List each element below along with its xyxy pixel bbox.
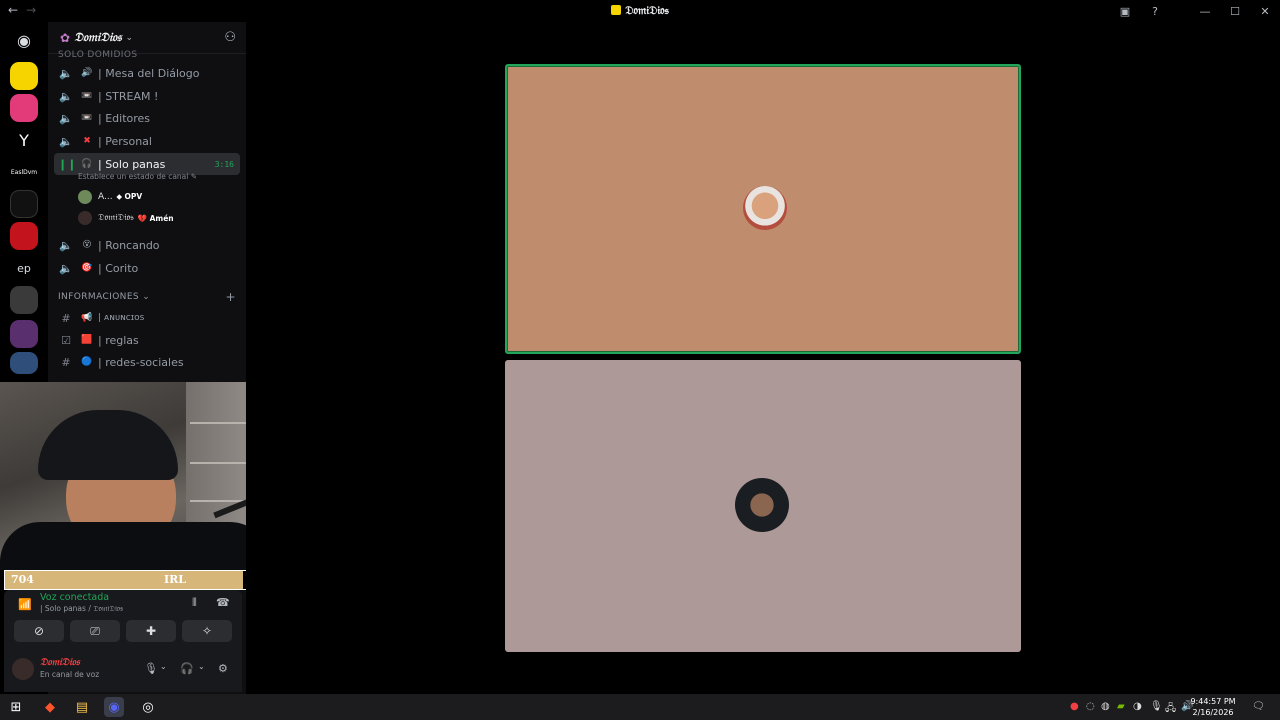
voice-connection-panel: 📶 Voz conectada | Solo panas / 𝔇𝔬𝔪𝔦𝔇𝔦𝔬𝔰 … — [4, 590, 242, 692]
avatar — [78, 211, 92, 225]
user-area: 𝔇𝔬𝔪𝔦𝔇𝔦𝔬𝔰 En canal de voz 🎙 ⌄ 🎧 ⌄ ⚙ — [12, 656, 236, 684]
voice-active-icon: ❙❙ — [58, 157, 77, 171]
voice-channel-personal[interactable]: 🔈 ✖ | Personal — [54, 130, 240, 152]
channel-status-prompt[interactable]: Establece un estado de canal ✎ — [78, 172, 197, 181]
streamer-jacket — [0, 522, 270, 570]
rules-icon: ☑ — [61, 333, 71, 347]
server-icon-6[interactable] — [10, 222, 38, 250]
category-solo-domidios[interactable]: SOLO DOMIDIOS — [58, 50, 137, 60]
soundboard-icon: ✧ — [201, 624, 213, 638]
window-title: 𝔇𝔬𝔪𝔦𝔇𝔦𝔬𝔰 — [0, 4, 1280, 18]
help-icon[interactable]: ? — [1140, 5, 1170, 18]
notifications-icon[interactable]: 🗨 — [1252, 701, 1265, 712]
soundboard-button[interactable]: ✧ — [182, 620, 232, 642]
participant-tile[interactable] — [505, 360, 1021, 652]
voice-user-1[interactable]: A... ⬥ OPV — [78, 188, 142, 206]
nvidia-icon[interactable]: ▰ — [1117, 701, 1125, 712]
call-timer: 3:16 — [214, 159, 234, 169]
inbox-icon[interactable]: ▣ — [1110, 5, 1140, 18]
server-icon-5[interactable] — [10, 190, 38, 218]
windows-taskbar: ⊞ ◆ ▤ ◉ ◎ ● ◌ ◍ ▰ ◑ 🎙 🖧 🔊 9:44:57 PM 2/1… — [0, 694, 1280, 720]
system-clock[interactable]: 9:44:57 PM 2/16/2026 — [1188, 696, 1238, 718]
minimize-button[interactable]: — — [1190, 5, 1220, 18]
close-button[interactable]: ✕ — [1250, 5, 1280, 18]
participant-avatar — [743, 186, 787, 230]
voice-channel-editores[interactable]: 🔈 📼 | Editores — [54, 107, 240, 129]
server-icon-1[interactable] — [10, 62, 38, 90]
username[interactable]: 𝔇𝔬𝔪𝔦𝔇𝔦𝔬𝔰 — [40, 657, 80, 668]
text-channel-anuncios[interactable]: # 📢 | ᴀɴᴜɴᴄɪᴏs — [54, 307, 240, 329]
discord-home-icon[interactable]: ◉ — [10, 26, 38, 54]
streamer-cap — [38, 410, 178, 480]
microphone-icon[interactable]: 🎙 — [144, 662, 158, 675]
add-channel-icon[interactable]: + — [226, 290, 236, 304]
hash-icon: # — [61, 311, 71, 325]
server-name: 𝔇𝔬𝔪𝔦𝔇𝔦𝔬𝔰 — [74, 30, 122, 44]
text-channel-reglas[interactable]: ☑ 🟥 | reglas — [54, 329, 240, 351]
participant-avatar — [735, 478, 789, 532]
speaker-icon: 🔈 — [59, 89, 73, 103]
screen-share-icon: ⎚ — [90, 623, 100, 638]
activities-icon: ✚ — [145, 624, 157, 638]
tray-app-icon[interactable]: ◍ — [1101, 701, 1110, 712]
title-bar: ← → 𝔇𝔬𝔪𝔦𝔇𝔦𝔬𝔰 ▣ ? — ☐ ✕ — [0, 0, 1280, 22]
speaker-icon: 🔈 — [59, 238, 73, 252]
flower-icon: ✿ — [60, 30, 71, 45]
speaker-icon: 🔈 — [59, 134, 73, 148]
snapchat-logo-icon — [611, 5, 622, 15]
chevron-down-icon[interactable]: ⌄ — [160, 662, 167, 671]
maximize-button[interactable]: ☐ — [1220, 5, 1250, 18]
server-icon-3[interactable]: Y — [10, 126, 38, 154]
tray-app-icon[interactable]: ◑ — [1133, 701, 1142, 712]
voice-connected-label[interactable]: Voz conectada — [40, 592, 109, 603]
hash-icon: # — [61, 355, 71, 369]
chevron-down-icon: ⌄ — [125, 32, 134, 43]
window-controls: ▣ ? — ☐ ✕ — [1110, 0, 1280, 22]
voice-call-stage — [246, 22, 1280, 694]
user-status: En canal de voz — [40, 670, 100, 679]
headphones-icon[interactable]: 🎧 — [180, 662, 194, 675]
camera-off-button[interactable]: ⊘ — [14, 620, 64, 642]
user-avatar[interactable] — [12, 658, 34, 680]
speaker-icon: 🔈 — [59, 66, 73, 80]
voice-channel-path[interactable]: | Solo panas / 𝔇𝔬𝔪𝔦𝔇𝔦𝔬𝔰 — [40, 604, 123, 614]
server-icon-7[interactable]: ep — [10, 254, 38, 282]
voice-channel-roncando[interactable]: 🔈 😵 | Roncando — [54, 234, 240, 256]
category-informaciones[interactable]: INFORMACIONES ⌄ + — [58, 290, 236, 304]
chevron-down-icon[interactable]: ⌄ — [198, 662, 205, 671]
windows-start-icon[interactable]: ⊞ — [6, 697, 26, 717]
signal-icon[interactable]: 📶 — [18, 598, 32, 611]
server-icon-4[interactable]: EaslDvm — [10, 158, 38, 186]
recording-icon[interactable]: ● — [1070, 701, 1079, 712]
tray-app-icon[interactable]: ◌ — [1086, 701, 1095, 712]
disconnect-icon[interactable]: ☎ — [216, 596, 230, 609]
avatar — [78, 190, 92, 204]
activities-button[interactable]: ✚ — [126, 620, 176, 642]
speaker-icon: 🔈 — [59, 261, 73, 275]
voice-channel-mesa[interactable]: 🔈 🔊 | Mesa del Diálogo — [54, 62, 240, 84]
server-icon-9[interactable] — [10, 320, 38, 348]
speaker-icon: 🔈 — [59, 111, 73, 125]
microphone-tray-icon[interactable]: 🎙 — [1150, 701, 1163, 712]
brave-browser-icon[interactable]: ◆ — [40, 697, 60, 717]
participant-tile-speaking[interactable] — [505, 64, 1021, 354]
obs-icon[interactable]: ◎ — [138, 697, 158, 717]
camera-off-icon: ⊘ — [33, 624, 45, 638]
network-icon[interactable]: 🖧 — [1165, 701, 1176, 718]
invite-people-icon[interactable]: ⚇ — [224, 30, 236, 45]
text-channel-redes[interactable]: # 🔵 | redes-sociales — [54, 351, 240, 373]
voice-channel-corito[interactable]: 🔈 🎯 | Corito — [54, 257, 240, 279]
screen-share-button[interactable]: ⎚ — [70, 620, 120, 642]
voice-channel-stream[interactable]: 🔈 📼 | STREAM ! — [54, 85, 240, 107]
voice-user-2[interactable]: 𝔇𝔬𝔪𝔦𝔇𝔦𝔬𝔰 💔 Amén — [78, 209, 174, 227]
server-icon-8[interactable] — [10, 286, 38, 314]
discord-taskbar-icon[interactable]: ◉ — [104, 697, 124, 717]
settings-gear-icon[interactable]: ⚙ — [218, 662, 228, 675]
server-icon-10[interactable] — [10, 352, 38, 374]
server-icon-2[interactable] — [10, 94, 38, 122]
chevron-down-icon: ⌄ — [142, 292, 151, 302]
file-explorer-icon[interactable]: ▤ — [72, 697, 92, 717]
noise-suppression-icon[interactable]: ⦀ — [192, 596, 197, 610]
